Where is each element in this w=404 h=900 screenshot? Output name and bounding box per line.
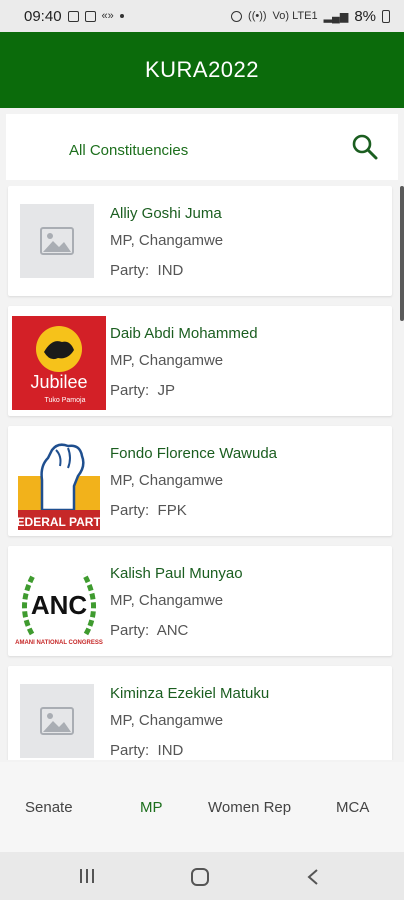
signal-icon: ▂▄▆ (323, 10, 349, 23)
candidate-role: MP, Changamwe (110, 592, 224, 609)
candidate-party: Party: JP (110, 382, 176, 399)
svg-text:FEDERAL PARTY: FEDERAL PARTY (12, 515, 106, 529)
tab-mca[interactable]: MCA (336, 799, 369, 816)
candidate-role: MP, Changamwe (110, 472, 224, 489)
anc-logo: ANC AMANI NATIONAL CONGRESS (12, 556, 106, 650)
svg-text:ANC: ANC (31, 590, 88, 620)
list-scrollbar[interactable] (400, 186, 404, 321)
placeholder-image-icon (20, 204, 94, 278)
bottom-tab-bar: Senate MP Women Rep MCA (0, 762, 404, 852)
search-icon (352, 134, 378, 160)
jubilee-logo: Jubilee Tuko Pamoja (12, 316, 106, 410)
app-bar: KURA2022 (0, 32, 404, 108)
candidate-party: Party: IND (110, 742, 184, 759)
candidate-role: MP, Changamwe (110, 712, 224, 729)
candidate-card[interactable]: Alliy Goshi Juma MP, Changamwe Party: IN… (8, 186, 392, 296)
svg-text:AMANI NATIONAL CONGRESS: AMANI NATIONAL CONGRESS (15, 640, 103, 646)
svg-text:Tuko Pamoja: Tuko Pamoja (45, 397, 86, 404)
candidate-card[interactable]: Kiminza Ezekiel Matuku MP, Changamwe Par… (8, 666, 392, 760)
recent-apps-icon[interactable] (78, 868, 96, 884)
svg-text:Jubilee: Jubilee (30, 372, 87, 392)
candidate-party: Party: FPK (110, 502, 187, 519)
candidate-party: Party: IND (110, 262, 184, 279)
status-time: 09:40 (24, 7, 62, 25)
tab-mp[interactable]: MP (140, 799, 163, 816)
candidate-name: Fondo Florence Wawuda (110, 445, 278, 462)
sync-icon: «» (101, 10, 114, 22)
candidate-list[interactable]: Alliy Goshi Juma MP, Changamwe Party: IN… (6, 186, 398, 760)
candidate-party: Party: ANC (110, 622, 189, 639)
network-type: Vo) LTE1 (272, 10, 318, 22)
candidate-name: Kiminza Ezekiel Matuku (110, 685, 270, 702)
system-navigation-bar (0, 852, 404, 900)
hotspot-icon: ((•)) (248, 10, 267, 22)
home-icon[interactable] (190, 867, 210, 887)
candidate-card[interactable]: FEDERAL PARTY Fondo Florence Wawuda MP, … (8, 426, 392, 536)
constituency-filter-bar: All Constituencies (6, 114, 398, 180)
constituency-filter[interactable]: All Constituencies (69, 142, 188, 159)
search-button[interactable] (350, 132, 380, 162)
status-bar: 09:40 «» ((•)) Vo) LTE1 ▂▄▆ 8% (0, 0, 404, 32)
federal-party-logo: FEDERAL PARTY (9, 436, 109, 530)
battery-percent: 8% (354, 7, 376, 25)
candidate-card[interactable]: ANC AMANI NATIONAL CONGRESS Kalish Paul … (8, 546, 392, 656)
candidate-role: MP, Changamwe (110, 232, 224, 249)
placeholder-image-icon (20, 684, 94, 758)
battery-icon (382, 9, 390, 23)
candidate-name: Alliy Goshi Juma (110, 205, 222, 222)
candidate-name: Daib Abdi Mohammed (110, 325, 258, 342)
candidate-card[interactable]: Jubilee Tuko Pamoja Daib Abdi Mohammed M… (8, 306, 392, 416)
notification-dot-icon (119, 14, 124, 18)
sms-icon (84, 10, 96, 22)
tab-senate[interactable]: Senate (25, 799, 73, 816)
alarm-icon (231, 10, 243, 22)
candidate-name: Kalish Paul Munyao (110, 565, 243, 582)
back-icon[interactable] (306, 868, 320, 886)
candidate-role: MP, Changamwe (110, 352, 224, 369)
tab-women-rep[interactable]: Women Rep (208, 799, 291, 816)
app-title: KURA2022 (144, 57, 260, 82)
gallery-icon (67, 10, 79, 22)
